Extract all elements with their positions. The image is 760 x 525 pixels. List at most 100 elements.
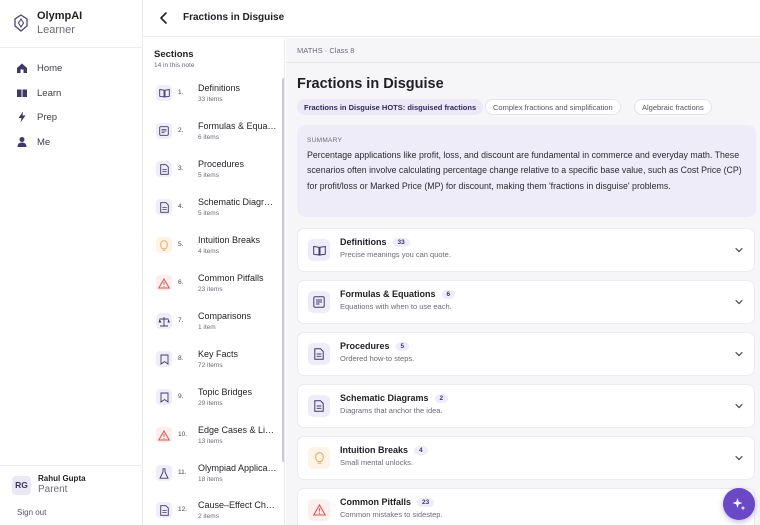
- card-title: Schematic Diagrams 2: [340, 393, 449, 403]
- brand[interactable]: OlympAI Learner: [14, 10, 82, 38]
- section-item-edge-cases[interactable]: 10. Edge Cases & Limits 13 items: [156, 425, 280, 461]
- section-item-procedures[interactable]: 3. Procedures 5 items: [156, 159, 280, 195]
- bulb-icon: [156, 237, 172, 253]
- sections-scrollbar[interactable]: [282, 78, 284, 462]
- doc-icon: [156, 161, 172, 177]
- section-item-key-facts[interactable]: 8. Key Facts 72 items: [156, 349, 280, 385]
- section-number: 11.: [178, 469, 187, 476]
- bookmark-icon: [156, 389, 172, 405]
- topic-chip-algebraic-fractions[interactable]: Algebraic fractions: [634, 99, 712, 115]
- section-card-procedures[interactable]: Procedures 5 Ordered how-to steps.: [297, 332, 755, 376]
- app-subtitle: Learner: [37, 24, 75, 36]
- card-title: Procedures 5: [340, 341, 410, 351]
- section-card-intuition[interactable]: Intuition Breaks 4 Small mental unlocks.: [297, 436, 755, 480]
- card-count-badge: 2: [434, 394, 449, 403]
- topic-chip-complex-fractions[interactable]: Complex fractions and simplification: [485, 99, 621, 115]
- summary-text: Percentage applications like profit, los…: [307, 150, 742, 191]
- section-count: 1 item: [198, 324, 216, 331]
- nav-label: Me: [37, 136, 51, 148]
- card-subtitle: Precise meanings you can quote.: [340, 250, 451, 259]
- section-label: Common Pitfalls: [198, 273, 264, 283]
- section-number: 5.: [178, 241, 184, 248]
- card-title-text: Intuition Breaks: [340, 445, 409, 455]
- section-number: 4.: [178, 203, 184, 210]
- section-label: Definitions: [198, 83, 241, 93]
- chevron-down-icon[interactable]: [734, 402, 744, 410]
- scale-icon: [156, 313, 172, 329]
- section-label: Comparisons: [198, 311, 252, 321]
- chevron-down-icon[interactable]: [734, 454, 744, 462]
- sections-count: 14 in this note: [154, 62, 195, 69]
- doc-icon: [308, 343, 330, 365]
- section-item-schematic[interactable]: 4. Schematic Diagrams 5 items: [156, 197, 280, 233]
- book-icon: [156, 85, 172, 101]
- card-title-text: Common Pitfalls: [340, 497, 412, 507]
- section-count: 2 items: [198, 513, 219, 520]
- doc-icon: [156, 502, 172, 518]
- section-count: 5 items: [198, 172, 219, 179]
- section-count: 72 items: [198, 362, 223, 369]
- sign-out-link[interactable]: Sign out: [17, 508, 46, 517]
- card-count-badge: 5: [395, 342, 410, 351]
- back-arrow-icon[interactable]: [158, 11, 170, 25]
- section-item-comparisons[interactable]: 7. Comparisons 1 item: [156, 311, 280, 347]
- user-profile[interactable]: RG Rahul Gupta Parent: [12, 474, 86, 496]
- section-item-intuition[interactable]: 5. Intuition Breaks 4 items: [156, 235, 280, 271]
- section-number: 1.: [178, 89, 184, 96]
- nav-item-prep[interactable]: Prep: [16, 109, 57, 125]
- doc-icon: [156, 199, 172, 215]
- nav-item-home[interactable]: Home: [16, 60, 62, 76]
- section-item-topic-bridges[interactable]: 9. Topic Bridges 29 items: [156, 387, 280, 423]
- section-item-formulas[interactable]: 2. Formulas & Equations 6 items: [156, 121, 280, 157]
- card-count-badge: 33: [392, 238, 410, 247]
- user-name: Rahul Gupta: [38, 474, 86, 483]
- chevron-down-icon[interactable]: [734, 350, 744, 358]
- book-icon: [17, 89, 27, 97]
- nav-label: Prep: [37, 111, 58, 123]
- card-count-badge: 6: [441, 290, 456, 299]
- nav-label: Learn: [37, 87, 62, 99]
- topic-chip-hots[interactable]: Fractions in Disguise HOTS: disguised fr…: [297, 99, 484, 115]
- section-count: 5 items: [198, 210, 219, 217]
- formula-icon: [156, 123, 172, 139]
- section-number: 3.: [178, 165, 184, 172]
- user-role: Parent: [38, 484, 68, 495]
- nav-divider: [0, 465, 142, 466]
- section-item-cause-effect[interactable]: 12. Cause–Effect Chains 2 items: [156, 500, 280, 525]
- topbar-title: Fractions in Disguise: [183, 12, 285, 23]
- sections-panel: Sections 14 in this note 1. Definitions …: [143, 38, 285, 525]
- chevron-down-icon[interactable]: [734, 298, 744, 306]
- card-count-badge: 23: [417, 498, 435, 507]
- section-label: Procedures: [198, 159, 245, 169]
- bulb-icon: [308, 447, 330, 469]
- section-count: 18 items: [198, 476, 223, 483]
- card-title-text: Procedures: [340, 341, 390, 351]
- section-card-definitions[interactable]: Definitions 33 Precise meanings you can q…: [297, 228, 755, 272]
- section-item-definitions[interactable]: 1. Definitions 33 items: [156, 83, 280, 119]
- page-title: Fractions in Disguise: [297, 76, 444, 92]
- section-count: 4 items: [198, 248, 219, 255]
- section-card-pitfalls[interactable]: Common Pitfalls 23 Common mistakes to sid…: [297, 488, 755, 525]
- chevron-down-icon[interactable]: [734, 246, 744, 254]
- home-icon: [17, 63, 27, 73]
- ai-assistant-button[interactable]: [723, 488, 755, 520]
- doc-icon: [308, 395, 330, 417]
- nav-item-learn[interactable]: Learn: [16, 85, 61, 101]
- nav-label: Home: [37, 62, 63, 74]
- nav-item-me[interactable]: Me: [16, 134, 50, 150]
- sections-title: Sections: [154, 49, 194, 60]
- section-count: 23 items: [198, 286, 223, 293]
- section-label: Cause–Effect Chains: [198, 500, 278, 510]
- section-card-formulas[interactable]: Formulas & Equations 6 Equations with whe…: [297, 280, 755, 324]
- section-number: 12.: [178, 506, 188, 513]
- section-item-pitfalls[interactable]: 6. Common Pitfalls 23 items: [156, 273, 280, 309]
- section-count: 33 items: [198, 96, 223, 103]
- section-count: 13 items: [198, 438, 223, 445]
- card-title: Intuition Breaks 4: [340, 445, 428, 455]
- section-item-olympiad[interactable]: 11. Olympiad Applications 18 items: [156, 463, 280, 499]
- formula-icon: [308, 291, 330, 313]
- left-nav: OlympAI Learner Home Learn Prep Me RG Ra…: [0, 0, 143, 525]
- avatar: RG: [12, 475, 31, 495]
- section-card-schematic[interactable]: Schematic Diagrams 2 Diagrams that anchor…: [297, 384, 755, 428]
- breadcrumb: MATHS · Class 8: [297, 46, 355, 55]
